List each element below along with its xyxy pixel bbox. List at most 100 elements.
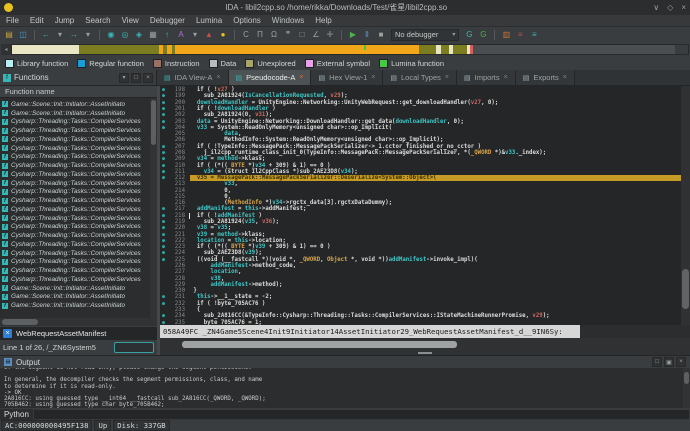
code-line[interactable]: 233 { bbox=[160, 307, 681, 313]
function-list-item[interactable]: fCysharp::Threading::Tasks::CompilerServ… bbox=[2, 240, 149, 249]
close-icon[interactable]: × bbox=[681, 3, 686, 12]
code-vscroll-thumb[interactable] bbox=[682, 269, 689, 309]
function-list-vscrollbar[interactable] bbox=[150, 98, 157, 318]
jump-up-icon[interactable]: ↑ bbox=[161, 29, 173, 41]
output-float-icon[interactable]: ▣ bbox=[664, 357, 674, 367]
rename-icon[interactable]: A bbox=[175, 29, 187, 41]
struct-icon[interactable]: ✛ bbox=[324, 29, 336, 41]
function-list-item[interactable]: fCysharp::Threading::Tasks::CompilerServ… bbox=[2, 170, 149, 179]
function-list-item[interactable]: fGame::Scene::Init::Initiator::AssetInit… bbox=[2, 284, 149, 293]
tab-close-icon[interactable]: × bbox=[216, 74, 220, 81]
function-list-item[interactable]: fGame::Scene::Init::Initiator::AssetInit… bbox=[2, 109, 149, 118]
code-line[interactable]: ●218 if ( !addManifest ) bbox=[160, 213, 681, 219]
menu-file[interactable]: File bbox=[6, 16, 19, 25]
code-line[interactable]: ●198 if ( !v27 ) bbox=[160, 87, 681, 93]
code-vscrollbar[interactable] bbox=[681, 86, 690, 325]
cli-input[interactable] bbox=[33, 409, 690, 420]
code-line[interactable]: ●234 sub_2A816CC(&TypeInfo::Cysharp::Thr… bbox=[160, 313, 681, 319]
code-line[interactable]: 228 v38, bbox=[160, 275, 681, 281]
stop-debug-icon[interactable]: ■ bbox=[375, 29, 387, 41]
code-line[interactable]: 206 MethodInfo::System::ReadOnlyMemory<u… bbox=[160, 137, 681, 143]
function-list-item[interactable]: fCysharp::Threading::Tasks::CompilerServ… bbox=[2, 126, 149, 135]
menu-lumina[interactable]: Lumina bbox=[196, 16, 222, 25]
tab-close-icon[interactable]: × bbox=[445, 74, 449, 81]
menu-view[interactable]: View bbox=[122, 16, 139, 25]
array-icon[interactable]: □ bbox=[296, 29, 308, 41]
code-line[interactable]: ●235 byte_705AC76 = 1; bbox=[160, 319, 681, 325]
panel-close-icon[interactable]: × bbox=[143, 73, 153, 83]
tab-close-icon[interactable]: × bbox=[563, 74, 567, 81]
code-line[interactable]: ●201 if ( !downloadHandler ) bbox=[160, 106, 681, 112]
code-line[interactable]: ●211 v34 = (struct Il2CppClass *)sub_2AE… bbox=[160, 169, 681, 175]
code-line[interactable]: ●231 this->__1__state = -2; bbox=[160, 294, 681, 300]
panel-float-icon[interactable]: □ bbox=[131, 73, 141, 83]
function-list-item[interactable]: fGame::Scene::Init::Initiator::AssetInit… bbox=[2, 301, 149, 310]
function-list-item[interactable]: fCysharp::Threading::Tasks::CompilerServ… bbox=[2, 196, 149, 205]
function-list-item[interactable]: fCysharp::Threading::Tasks::CompilerServ… bbox=[2, 214, 149, 223]
attach-icon[interactable]: G bbox=[463, 29, 475, 41]
output-vscroll-thumb[interactable] bbox=[684, 372, 689, 384]
code-line[interactable]: 205 data, bbox=[160, 131, 681, 137]
pause-debug-icon[interactable]: Ⅱ bbox=[361, 29, 373, 41]
output-minimize-icon[interactable]: □ bbox=[652, 357, 662, 367]
jump-address-icon[interactable]: ▦ bbox=[147, 29, 159, 41]
function-list-item[interactable]: fCysharp::Threading::Tasks::CompilerServ… bbox=[2, 161, 149, 170]
code-line[interactable]: ●212 v35 = MessagePack::MessagePackSeria… bbox=[160, 175, 681, 181]
function-filter-input[interactable]: WebRequestAssetManifest bbox=[16, 329, 106, 338]
open-file-icon[interactable]: ▤ bbox=[3, 29, 15, 41]
function-list-item[interactable]: fCysharp::Threading::Tasks::CompilerServ… bbox=[2, 275, 149, 284]
jump-segment-icon[interactable]: ◈ bbox=[133, 29, 145, 41]
windows-icon[interactable]: ▥ bbox=[500, 29, 512, 41]
code-line[interactable]: ●219 sub_2A81924(v35, v36); bbox=[160, 219, 681, 225]
code-line[interactable]: ●210 if ( (*((_BYTE *)v34 + 309) & 1) ==… bbox=[160, 162, 681, 168]
rename-dropdown-icon[interactable]: ▾ bbox=[189, 29, 201, 41]
options-icon[interactable]: G bbox=[477, 29, 489, 41]
output-vscrollbar[interactable] bbox=[683, 368, 690, 408]
tab-close-icon[interactable]: × bbox=[504, 74, 508, 81]
code-line[interactable]: 226 addManifest->method_code, bbox=[160, 263, 681, 269]
code-line[interactable]: ●220 v38 = v35; bbox=[160, 225, 681, 231]
menu-jump[interactable]: Jump bbox=[55, 16, 75, 25]
patch-icon[interactable]: Π bbox=[254, 29, 266, 41]
code-line[interactable]: ●203 data = UnityEngine::Networking::Dow… bbox=[160, 118, 681, 124]
debugger-select[interactable]: No debugger▾ bbox=[391, 29, 459, 41]
problems-icon[interactable]: ▲ bbox=[203, 29, 215, 41]
menu-debugger[interactable]: Debugger bbox=[150, 16, 185, 25]
back-icon[interactable]: ← bbox=[40, 29, 52, 41]
tab-local-types[interactable]: ▤Local Types× bbox=[383, 70, 457, 85]
menu-help[interactable]: Help bbox=[315, 16, 331, 25]
code-line[interactable]: 213 v33, bbox=[160, 181, 681, 187]
tab-pseudocode-a[interactable]: ▤Pseudocode-A× bbox=[229, 70, 312, 85]
code-line[interactable]: 215 0, bbox=[160, 194, 681, 200]
start-debug-icon[interactable]: ▶ bbox=[347, 29, 359, 41]
function-list-item[interactable]: fCysharp::Threading::Tasks::CompilerServ… bbox=[2, 179, 149, 188]
code-line[interactable]: 227 location, bbox=[160, 269, 681, 275]
menu-search[interactable]: Search bbox=[85, 16, 110, 25]
code-line[interactable]: ●217 addManifest = this->addManifest; bbox=[160, 206, 681, 212]
function-status-button[interactable] bbox=[114, 342, 154, 353]
pseudocode-view[interactable]: ●198 if ( !v27 )●199 sub_2A81924(IsCance… bbox=[160, 86, 690, 325]
back-dropdown-icon[interactable]: ▾ bbox=[54, 29, 66, 41]
navband-left-arrow-icon[interactable]: ◂ bbox=[1, 44, 11, 55]
navigation-band[interactable] bbox=[11, 44, 689, 55]
function-list-item[interactable]: fCysharp::Threading::Tasks::CompilerServ… bbox=[2, 205, 149, 214]
jump-name-icon[interactable]: ◎ bbox=[119, 29, 131, 41]
function-list-item[interactable]: fCysharp::Threading::Tasks::CompilerServ… bbox=[2, 153, 149, 162]
code-line[interactable]: 230 } bbox=[160, 288, 681, 294]
output-close-icon[interactable]: × bbox=[676, 357, 686, 367]
function-list-item[interactable]: fGame::Scene::Init::Initiator::AssetInit… bbox=[2, 100, 149, 109]
function-name-column-header[interactable]: Function name bbox=[0, 86, 157, 98]
code-hscrollbar[interactable] bbox=[160, 338, 690, 355]
output-splitter-grip[interactable] bbox=[418, 352, 432, 354]
code-line[interactable]: ●209 v34 = method->klass; bbox=[160, 156, 681, 162]
code-line[interactable]: ●208 j_il2cpp_runtime_class_init_0(TypeI… bbox=[160, 150, 681, 156]
comment-icon[interactable]: C bbox=[240, 29, 252, 41]
function-list-item[interactable]: fCysharp::Threading::Tasks::CompilerServ… bbox=[2, 144, 149, 153]
code-line[interactable]: 214 0, bbox=[160, 188, 681, 194]
function-list-hscrollbar[interactable] bbox=[0, 318, 157, 326]
code-line[interactable]: ●232 if ( !byte_705AC76 ) bbox=[160, 301, 681, 307]
cli-language-label[interactable]: Python bbox=[0, 410, 33, 419]
code-line[interactable]: ●204 v33 = System::ReadOnlyMemory<unsign… bbox=[160, 125, 681, 131]
function-list-item[interactable]: fCysharp::Threading::Tasks::CompilerServ… bbox=[2, 266, 149, 275]
code-line[interactable]: ●221 v39 = method->klass; bbox=[160, 231, 681, 237]
